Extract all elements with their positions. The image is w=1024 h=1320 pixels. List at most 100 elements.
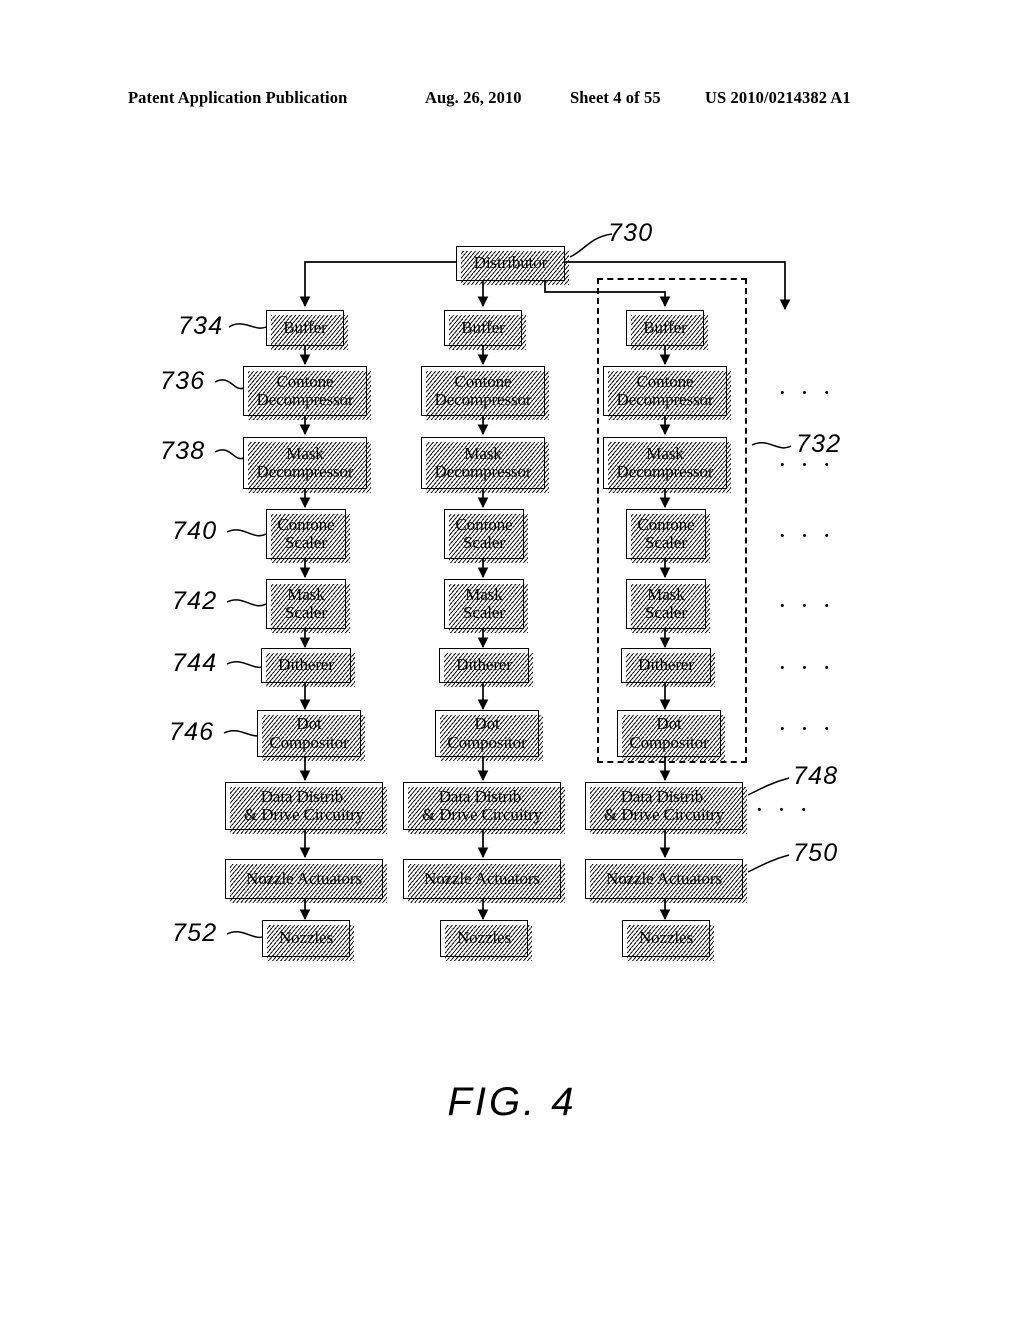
ref-742: 742 — [172, 587, 218, 615]
node-nozzle-actuators-col1[interactable]: Nozzle Actuators — [225, 859, 387, 903]
node-dot-compositor-col1-label: Dot Compositor — [265, 714, 352, 752]
node-dot-compositor-col2[interactable]: Dot Compositor — [435, 710, 543, 761]
node-nozzle-actuators-col3[interactable]: Nozzle Actuators — [585, 859, 747, 903]
node-mask-scaler-col3-label: Mask Scaler — [641, 584, 691, 623]
line-2: Decompressor — [256, 390, 354, 409]
node-distributor-label: Distributor — [473, 253, 548, 273]
line-2: Scaler — [285, 533, 327, 552]
line-2: & Drive Circuitry — [243, 805, 365, 824]
node-nozzles-col1-label: Nozzles — [278, 928, 334, 948]
node-data-distrib-col1-label: Data Distrib. & Drive Circuitry — [240, 786, 368, 825]
node-data-distrib-col3[interactable]: Data Distrib. & Drive Circuitry — [585, 782, 747, 834]
ref-740: 740 — [172, 517, 218, 545]
node-contone-decompressor-col3-label: Contone Decompressor — [613, 372, 718, 410]
ellipsis-row-mask-scaler: · · · — [778, 591, 835, 620]
ellipsis-row-dot-compositor: · · · — [778, 714, 835, 743]
node-contone-scaler-col1[interactable]: Contone Scaler — [266, 509, 350, 563]
line-2: Compositor — [269, 732, 349, 752]
line-1: Contone — [276, 371, 334, 391]
node-dot-compositor-col3-label: Dot Compositor — [625, 714, 712, 752]
line-1: Mask — [464, 443, 502, 463]
node-contone-decompressor-col3[interactable]: Contone Decompressor — [603, 366, 731, 420]
node-buffer-col3-label: Buffer — [643, 317, 687, 337]
line-1: Contone — [455, 514, 513, 534]
node-distributor[interactable]: Distributor — [456, 246, 569, 285]
node-dot-compositor-col2-label: Dot Compositor — [443, 714, 530, 752]
node-data-distrib-col2-label: Data Distrib. & Drive Circuitry — [418, 786, 546, 825]
node-nozzle-actuators-col2[interactable]: Nozzle Actuators — [403, 859, 565, 903]
node-mask-decompressor-col3[interactable]: Mask Decompressor — [603, 437, 731, 493]
node-contone-scaler-col3-label: Contone Scaler — [634, 515, 699, 553]
node-dot-compositor-col3[interactable]: Dot Compositor — [617, 710, 725, 761]
line-2: & Drive Circuitry — [603, 805, 725, 824]
ref-744: 744 — [172, 649, 218, 677]
node-dot-compositor-col1[interactable]: Dot Compositor — [257, 710, 365, 761]
node-ditherer-col3-label: Ditherer — [638, 655, 694, 675]
line-2: & Drive Circuitry — [421, 805, 543, 824]
line-1: Contone — [454, 371, 512, 391]
node-nozzles-col2[interactable]: Nozzles — [440, 920, 532, 961]
node-mask-scaler-col2[interactable]: Mask Scaler — [444, 579, 528, 633]
ref-738: 738 — [160, 437, 206, 465]
ref-750: 750 — [793, 839, 839, 867]
ref-730: 730 — [608, 219, 654, 247]
node-nozzles-col3[interactable]: Nozzles — [622, 920, 714, 961]
node-contone-scaler-col2[interactable]: Contone Scaler — [444, 509, 528, 563]
node-nozzles-col2-label: Nozzles — [456, 928, 512, 948]
line-1: Mask — [647, 584, 685, 604]
node-nozzles-col1[interactable]: Nozzles — [262, 920, 354, 961]
ellipsis-row-ditherer: · · · — [778, 653, 835, 682]
node-buffer-col3[interactable]: Buffer — [626, 310, 708, 350]
ellipsis-row-contone-decompressor: · · · — [778, 378, 835, 407]
node-nozzle-actuators-col3-label: Nozzle Actuators — [606, 868, 722, 888]
line-1: Data Distrib. — [620, 786, 708, 806]
node-buffer-col2[interactable]: Buffer — [444, 310, 526, 350]
node-nozzle-actuators-col1-label: Nozzle Actuators — [246, 868, 362, 888]
node-contone-scaler-col3[interactable]: Contone Scaler — [626, 509, 710, 563]
ellipsis-row-contone-scaler: · · · — [778, 521, 835, 550]
node-contone-scaler-col1-label: Contone Scaler — [274, 515, 339, 553]
node-ditherer-col1-label: Ditherer — [278, 655, 334, 675]
node-buffer-col2-label: Buffer — [461, 317, 505, 337]
line-1: Mask — [286, 443, 324, 463]
node-nozzle-actuators-col2-label: Nozzle Actuators — [424, 868, 540, 888]
node-ditherer-col2[interactable]: Ditherer — [439, 648, 533, 687]
node-ditherer-col2-label: Ditherer — [456, 655, 512, 675]
line-1: Dot — [656, 714, 682, 734]
ref-734: 734 — [178, 312, 224, 340]
node-contone-decompressor-col2[interactable]: Contone Decompressor — [421, 366, 549, 420]
figure-4-diagram: Distributor 730 Buffer Contone Decompres… — [0, 0, 1024, 1320]
line-2: Decompressor — [616, 462, 714, 481]
line-2: Scaler — [645, 603, 687, 622]
line-1: Data Distrib. — [438, 786, 526, 806]
line-1: Mask — [646, 443, 684, 463]
line-2: Compositor — [447, 732, 527, 752]
node-mask-decompressor-col1[interactable]: Mask Decompressor — [243, 437, 371, 493]
node-ditherer-col3[interactable]: Ditherer — [621, 648, 715, 687]
node-mask-scaler-col1-label: Mask Scaler — [281, 585, 331, 623]
node-contone-decompressor-col1-label: Contone Decompressor — [253, 371, 358, 410]
node-data-distrib-col1[interactable]: Data Distrib. & Drive Circuitry — [225, 782, 387, 834]
node-mask-scaler-col3[interactable]: Mask Scaler — [626, 579, 710, 633]
line-2: Decompressor — [434, 390, 532, 409]
node-data-distrib-col2[interactable]: Data Distrib. & Drive Circuitry — [403, 782, 565, 834]
node-ditherer-col1[interactable]: Ditherer — [261, 648, 355, 687]
node-buffer-col1-label: Buffer — [283, 317, 327, 337]
node-mask-decompressor-col1-label: Mask Decompressor — [253, 443, 358, 482]
node-buffer-col1[interactable]: Buffer — [266, 310, 348, 350]
node-data-distrib-col3-label: Data Distrib. & Drive Circuitry — [600, 786, 728, 825]
node-mask-decompressor-col3-label: Mask Decompressor — [613, 443, 718, 482]
line-1: Data Distrib. — [260, 786, 348, 806]
line-2: Decompressor — [256, 462, 354, 481]
line-2: Scaler — [645, 533, 687, 552]
ref-748: 748 — [793, 762, 839, 790]
line-2: Decompressor — [616, 390, 714, 409]
node-mask-scaler-col2-label: Mask Scaler — [459, 584, 509, 623]
line-1: Mask — [465, 584, 503, 604]
figure-caption: FIG. 4 — [447, 1080, 577, 1124]
node-contone-decompressor-col1[interactable]: Contone Decompressor — [243, 366, 371, 420]
ref-746: 746 — [169, 718, 215, 746]
line-1: Dot — [296, 714, 322, 734]
node-mask-scaler-col1[interactable]: Mask Scaler — [266, 579, 350, 633]
node-mask-decompressor-col2[interactable]: Mask Decompressor — [421, 437, 549, 493]
